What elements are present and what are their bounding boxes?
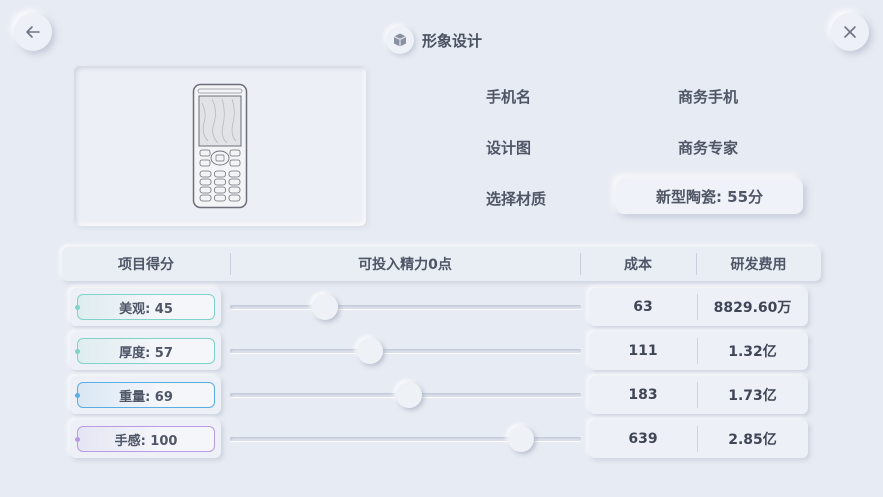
score-label: 重量: 69	[119, 389, 173, 405]
phone-sketch-image	[192, 83, 248, 209]
arrow-left-icon	[26, 26, 40, 38]
energy-slider-thumb[interactable]	[508, 426, 535, 452]
energy-slider-track[interactable]	[230, 305, 581, 309]
cost-value: 639	[628, 431, 658, 447]
tag-dot	[75, 305, 80, 310]
score-label: 厚度: 57	[119, 345, 173, 361]
score-card: 厚度: 57	[70, 332, 221, 370]
cube-icon	[386, 26, 414, 54]
rd-fee-value: 8829.60万	[713, 300, 792, 316]
design-label: 设计图	[486, 139, 532, 157]
column-energy: 可投入精力0点	[358, 257, 452, 273]
table-row: 重量: 69 183 1.73亿	[70, 376, 810, 414]
tag-dot	[75, 437, 80, 442]
energy-slider-track[interactable]	[230, 349, 581, 353]
phone-design-preview	[74, 66, 366, 226]
score-tag: 厚度: 57	[75, 338, 215, 364]
value-card: 639 2.85亿	[589, 420, 808, 458]
close-icon	[844, 26, 856, 38]
score-tag: 重量: 69	[75, 382, 215, 408]
value-card: 63 8829.60万	[589, 288, 808, 326]
score-label: 美观: 45	[119, 301, 173, 317]
table-row: 厚度: 57 111 1.32亿	[70, 332, 810, 370]
cost-value: 63	[633, 299, 653, 315]
energy-slider-thumb[interactable]	[311, 294, 338, 320]
score-tag: 美观: 45	[75, 294, 215, 320]
score-card: 美观: 45	[70, 288, 221, 326]
column-cost: 成本	[624, 257, 652, 273]
column-rd-fee: 研发费用	[730, 257, 787, 273]
table-row: 手感: 100 639 2.85亿	[70, 420, 810, 458]
energy-slider-thumb[interactable]	[396, 382, 422, 408]
cost-value: 111	[628, 343, 658, 359]
phone-name-label: 手机名	[486, 88, 532, 106]
phone-name-value: 商务手机	[678, 88, 739, 106]
score-card: 手感: 100	[70, 420, 221, 458]
energy-slider-thumb[interactable]	[357, 338, 384, 364]
tag-dot	[75, 393, 80, 398]
rd-fee-value: 2.85亿	[728, 432, 777, 448]
tag-dot	[75, 349, 80, 354]
value-card: 183 1.73亿	[589, 376, 808, 414]
page-header: 形象设计	[386, 25, 482, 55]
score-tag: 手感: 100	[75, 426, 215, 452]
score-label: 手感: 100	[114, 433, 178, 449]
design-value: 商务专家	[678, 139, 739, 157]
table-header: 项目得分 可投入精力0点 成本 研发费用	[62, 247, 821, 281]
close-button[interactable]	[831, 13, 869, 51]
back-button[interactable]	[14, 13, 52, 51]
column-score: 项目得分	[118, 257, 174, 273]
page-title: 形象设计	[422, 31, 483, 50]
material-select-button[interactable]: 新型陶瓷: 55分	[616, 178, 803, 214]
table-row: 美观: 45 63 8829.60万	[70, 288, 810, 326]
rd-fee-value: 1.73亿	[728, 388, 777, 404]
cost-value: 183	[628, 387, 658, 403]
rd-fee-value: 1.32亿	[728, 344, 777, 360]
value-card: 111 1.32亿	[589, 332, 808, 370]
score-card: 重量: 69	[70, 376, 221, 414]
material-label: 选择材质	[486, 190, 547, 208]
